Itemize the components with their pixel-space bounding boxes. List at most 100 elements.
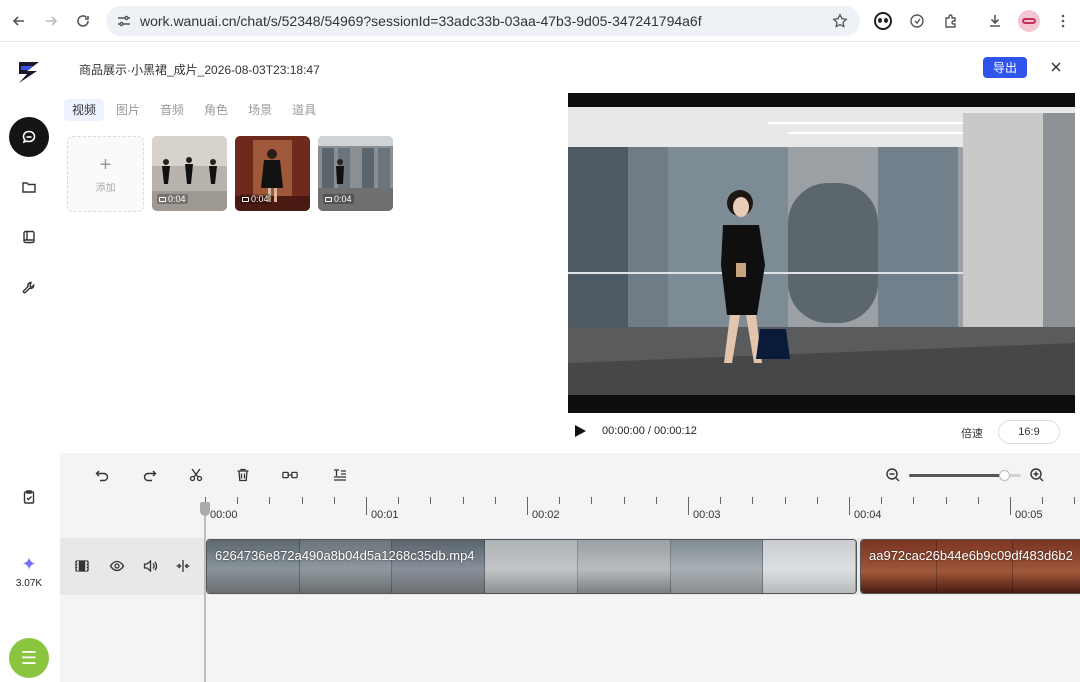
timeline-clip[interactable]: aa972cac26b44e6b9c09df483d6b2: [860, 539, 1080, 594]
panda-extension-icon[interactable]: [870, 8, 896, 34]
plus-icon: +: [99, 153, 112, 176]
zoom-slider-handle[interactable]: [999, 470, 1011, 481]
ruler-minor-tick: [237, 497, 239, 504]
duration-badge: 0:04: [323, 194, 354, 204]
ruler-minor-tick: [720, 497, 722, 504]
ruler-minor-tick: [623, 497, 625, 504]
film-icon: [74, 558, 90, 574]
video-preview[interactable]: [568, 93, 1075, 413]
app-logo-icon[interactable]: [15, 58, 43, 86]
ruler-label: 00:02: [532, 509, 560, 521]
sparkle-icon: ✦: [21, 554, 37, 574]
profile-avatar[interactable]: [1016, 8, 1042, 34]
close-icon[interactable]: [1048, 59, 1064, 75]
speed-button[interactable]: 倍速: [961, 425, 983, 441]
ruler-major-tick: [849, 497, 850, 515]
url-text: work.wanuai.cn/chat/s/52348/54969?sessio…: [140, 13, 702, 29]
redo-icon[interactable]: [142, 467, 158, 483]
add-asset-button[interactable]: + 添加: [67, 136, 144, 212]
tab-audio[interactable]: 音频: [152, 99, 192, 121]
ruler-label: 00:05: [1015, 509, 1043, 521]
book-icon: [23, 230, 35, 244]
volume-icon[interactable]: [142, 558, 158, 574]
video-thumbnail[interactable]: 0:04: [235, 136, 310, 211]
visibility-eye-icon[interactable]: [109, 558, 125, 574]
clip-filename: aa972cac26b44e6b9c09df483d6b2: [869, 548, 1073, 563]
ruler-minor-tick: [494, 497, 496, 504]
undo-icon[interactable]: [94, 467, 110, 483]
tab-props[interactable]: 道具: [284, 99, 324, 121]
sidebar-item-chat[interactable]: [9, 117, 49, 157]
zoom-out-icon[interactable]: [885, 467, 901, 483]
left-sidebar: ✦ 3.07K ☰: [0, 42, 58, 682]
ruler-minor-tick: [269, 497, 271, 504]
duration-badge: 0:04: [240, 194, 271, 204]
ruler-major-tick: [1010, 497, 1011, 515]
ruler-minor-tick: [977, 497, 979, 504]
browser-toolbar: work.wanuai.cn/chat/s/52348/54969?sessio…: [0, 0, 1080, 42]
ruler-label: 00:04: [854, 509, 882, 521]
camera-icon: [325, 196, 332, 202]
ruler-label: 00:01: [371, 509, 399, 521]
playhead[interactable]: [204, 502, 206, 682]
zoom-slider[interactable]: [909, 470, 1021, 481]
tab-video[interactable]: 视频: [64, 99, 105, 121]
tab-image[interactable]: 图片: [108, 99, 148, 121]
ruler-minor-tick: [655, 497, 657, 504]
clock-extension-icon[interactable]: [904, 8, 930, 34]
forward-icon[interactable]: [35, 5, 67, 37]
sidebar-item-tools[interactable]: [9, 268, 49, 308]
asset-tabs: 视频 图片 音频 角色 场景 道具: [64, 99, 324, 121]
text-align-icon[interactable]: [332, 467, 348, 483]
player-controls: 00:00:00 / 00:00:12 倍速 16:9: [568, 413, 1075, 451]
ruler-minor-tick: [913, 497, 915, 504]
back-icon[interactable]: [3, 5, 35, 37]
ruler-minor-tick: [881, 497, 883, 504]
tab-character[interactable]: 角色: [196, 99, 236, 121]
video-thumbnail[interactable]: 0:04: [318, 136, 393, 211]
timeline-ruler[interactable]: 00:00 00:01 00:02 00:03 00:04 00:05: [205, 497, 1080, 537]
extension-bar: [870, 8, 1076, 34]
ruler-minor-tick: [816, 497, 818, 504]
video-thumbnail[interactable]: 0:04: [152, 136, 227, 211]
credits-value: 3.07K: [15, 578, 43, 589]
reload-icon[interactable]: [67, 5, 99, 37]
download-icon[interactable]: [982, 8, 1008, 34]
ruler-major-tick: [688, 497, 689, 515]
address-bar[interactable]: work.wanuai.cn/chat/s/52348/54969?sessio…: [106, 6, 860, 36]
ruler-minor-tick: [462, 497, 464, 504]
video-track: 6264736e872a490a8b04d5a1268c35db.mp4 aa9…: [205, 538, 1080, 595]
ruler-major-tick: [366, 497, 367, 515]
split-track-icon[interactable]: [175, 558, 191, 574]
sidebar-item-tasks[interactable]: [9, 477, 49, 517]
sidebar-item-library[interactable]: [9, 217, 49, 257]
ruler-minor-tick: [398, 497, 400, 504]
ruler-minor-tick: [945, 497, 947, 504]
zoom-in-icon[interactable]: [1029, 467, 1045, 483]
play-icon[interactable]: [573, 424, 587, 438]
link-clips-icon[interactable]: [282, 467, 300, 483]
ruler-minor-tick: [1042, 497, 1044, 504]
extensions-puzzle-icon[interactable]: [938, 8, 964, 34]
camera-icon: [159, 196, 166, 202]
ruler-minor-tick: [301, 497, 303, 504]
trash-icon[interactable]: [235, 467, 251, 483]
sidebar-item-files[interactable]: [9, 167, 49, 207]
aspect-ratio-select[interactable]: 16:9: [998, 420, 1060, 444]
clipboard-check-icon: [23, 490, 35, 504]
scissors-icon[interactable]: [188, 467, 204, 483]
tab-scene[interactable]: 场景: [240, 99, 280, 121]
more-menu-icon[interactable]: [1050, 8, 1076, 34]
export-button[interactable]: 导出: [983, 57, 1027, 78]
site-settings-icon[interactable]: [116, 13, 132, 29]
menu-lines-icon: ☰: [20, 647, 38, 668]
camera-icon: [242, 196, 249, 202]
ruler-minor-tick: [430, 497, 432, 504]
playback-time: 00:00:00 / 00:00:12: [602, 425, 697, 437]
bookmark-star-icon[interactable]: [832, 13, 848, 29]
playhead-handle[interactable]: [200, 502, 210, 516]
credits-display[interactable]: ✦ 3.07K: [0, 554, 58, 589]
menu-button[interactable]: ☰: [9, 638, 49, 678]
timeline-clip[interactable]: 6264736e872a490a8b04d5a1268c35db.mp4: [206, 539, 857, 594]
ruler-label: 00:03: [693, 509, 721, 521]
